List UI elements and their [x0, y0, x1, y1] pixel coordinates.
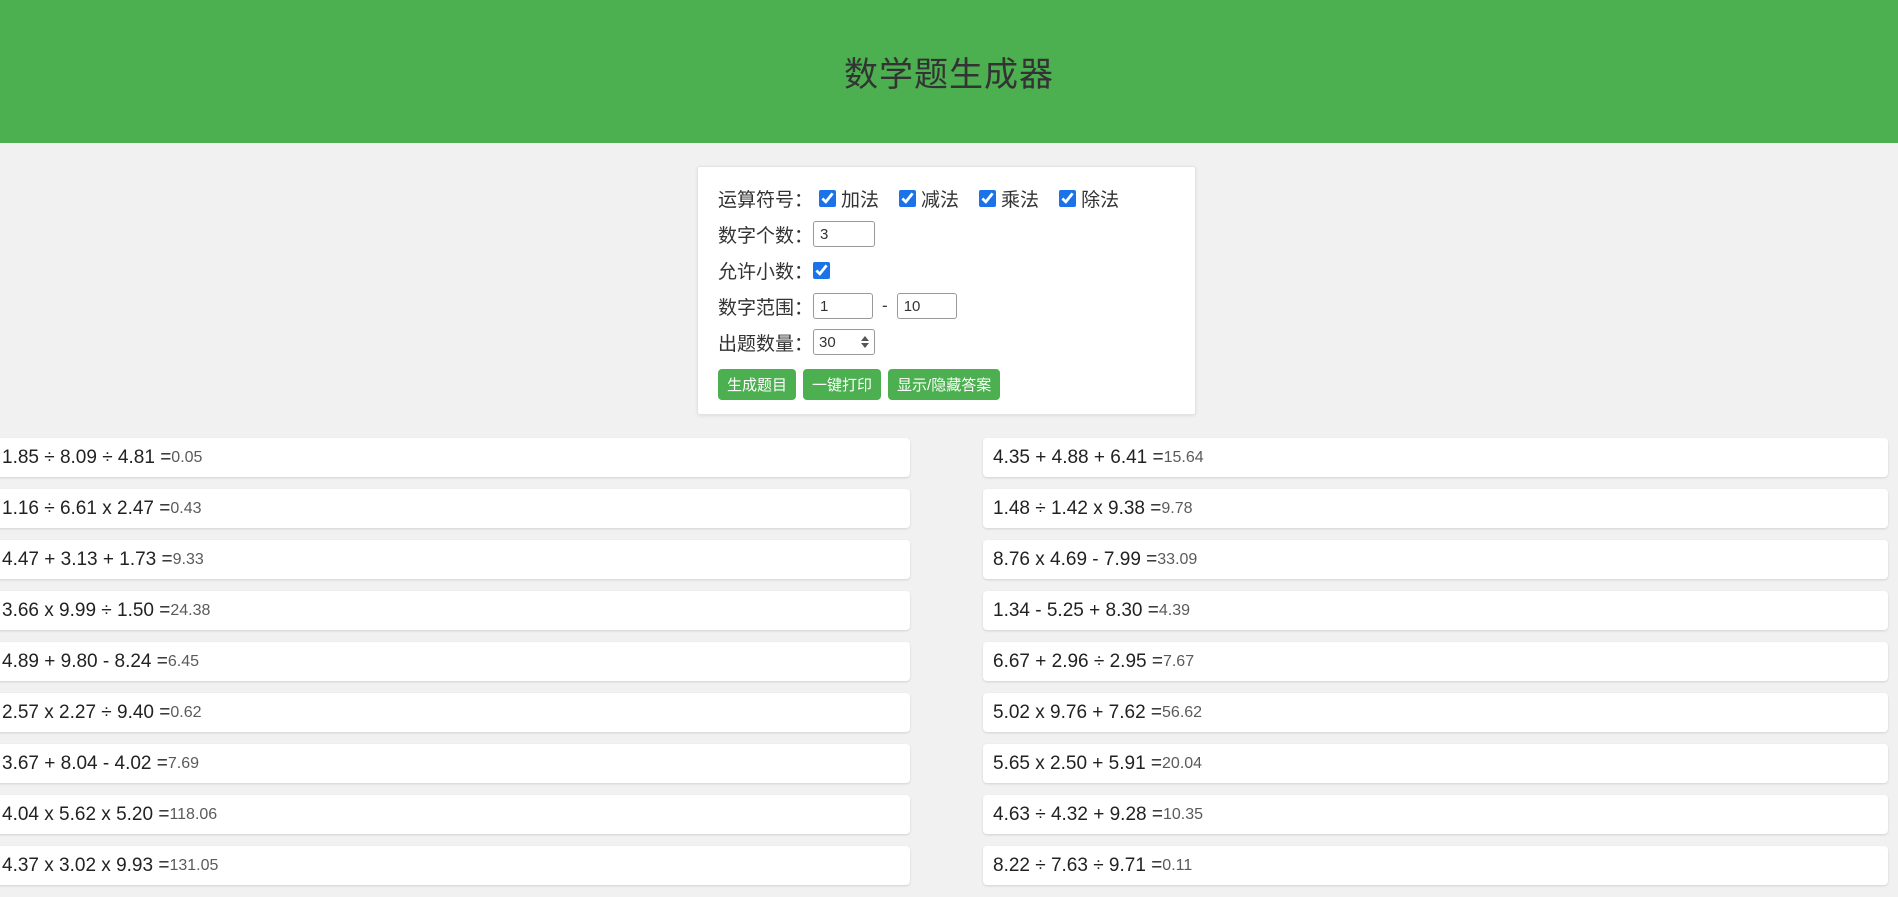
question-row: 6.67 + 2.96 ÷ 2.95 = 7.67 [983, 642, 1888, 681]
question-row: 3.67 + 8.04 - 4.02 = 7.69 [0, 744, 910, 783]
question-expression: 4.37 x 3.02 x 9.93 = [2, 855, 169, 877]
question-answer: 10.35 [1163, 806, 1203, 824]
app-header: 数学题生成器 [0, 0, 1898, 143]
quantity-label: 出题数量： [718, 329, 813, 356]
digit-count-input[interactable] [813, 221, 875, 247]
question-row: 1.85 ÷ 8.09 ÷ 4.81 = 0.05 [0, 438, 910, 477]
quantity-value: 30 [819, 334, 836, 351]
range-label: 数字范围： [718, 293, 813, 320]
question-answer: 24.38 [170, 602, 210, 620]
operator-label: 乘法 [1001, 185, 1039, 212]
question-answer: 7.67 [1163, 653, 1194, 671]
question-row: 4.63 ÷ 4.32 + 9.28 = 10.35 [983, 795, 1888, 834]
panel-buttons-row: 生成题目 一键打印 显示/隐藏答案 [718, 369, 1175, 400]
digit-count-label: 数字个数： [718, 221, 813, 248]
range-max-input[interactable] [897, 293, 957, 319]
operator-label: 加法 [841, 185, 879, 212]
question-column-left: 1.85 ÷ 8.09 ÷ 4.81 = 0.05 1.16 ÷ 6.61 x … [0, 438, 910, 897]
operator-checkbox[interactable] [1059, 190, 1076, 207]
range-separator: - [882, 296, 888, 316]
question-expression: 8.76 x 4.69 - 7.99 = [993, 549, 1157, 571]
quantity-row: 出题数量： 30 [718, 329, 1175, 355]
operator-option: 除法 [1059, 185, 1119, 212]
operator-label: 除法 [1081, 185, 1119, 212]
digit-count-row: 数字个数： [718, 221, 1175, 247]
question-expression: 3.66 x 9.99 ÷ 1.50 = [2, 600, 170, 622]
question-expression: 4.35 + 4.88 + 6.41 = [993, 447, 1164, 469]
question-row: 3.66 x 9.99 ÷ 1.50 = 24.38 [0, 591, 910, 630]
question-expression: 1.85 ÷ 8.09 ÷ 4.81 = [2, 447, 171, 469]
question-expression: 8.22 ÷ 7.63 ÷ 9.71 = [993, 855, 1162, 877]
question-answer: 0.05 [171, 449, 202, 467]
question-answer: 20.04 [1162, 755, 1202, 773]
question-row: 5.02 x 9.76 + 7.62 = 56.62 [983, 693, 1888, 732]
question-expression: 6.67 + 2.96 ÷ 2.95 = [993, 651, 1163, 673]
question-row: 4.04 x 5.62 x 5.20 = 118.06 [0, 795, 910, 834]
question-answer: 15.64 [1164, 449, 1204, 467]
allow-decimal-row: 允许小数： [718, 257, 1175, 283]
question-row: 4.89 + 9.80 - 8.24 = 6.45 [0, 642, 910, 681]
page-title: 数学题生成器 [844, 47, 1054, 96]
quantity-select[interactable]: 30 [813, 329, 875, 355]
up-down-arrows-icon [861, 336, 869, 348]
question-answer: 0.62 [170, 704, 201, 722]
operator-option: 加法 [819, 185, 879, 212]
question-answer: 56.62 [1162, 704, 1202, 722]
settings-panel: 运算符号： 加法 减法 乘法 除法 数字个数： 允许小数： 数字范围： - 出题… [697, 166, 1196, 415]
question-expression: 2.57 x 2.27 ÷ 9.40 = [2, 702, 170, 724]
question-row: 4.47 + 3.13 + 1.73 = 9.33 [0, 540, 910, 579]
question-row: 2.57 x 2.27 ÷ 9.40 = 0.62 [0, 693, 910, 732]
operator-label: 减法 [921, 185, 959, 212]
question-expression: 5.65 x 2.50 + 5.91 = [993, 753, 1162, 775]
question-column-right: 4.35 + 4.88 + 6.41 = 15.64 1.48 ÷ 1.42 x… [983, 438, 1888, 897]
question-expression: 3.67 + 8.04 - 4.02 = [2, 753, 168, 775]
question-answer: 6.45 [168, 653, 199, 671]
question-expression: 1.16 ÷ 6.61 x 2.47 = [2, 498, 170, 520]
question-row: 1.48 ÷ 1.42 x 9.38 = 9.78 [983, 489, 1888, 528]
question-answer: 131.05 [169, 857, 218, 875]
question-answer: 9.78 [1161, 500, 1192, 518]
operator-checkbox[interactable] [819, 190, 836, 207]
print-button[interactable]: 一键打印 [803, 369, 881, 400]
operators-row: 运算符号： 加法 减法 乘法 除法 [718, 185, 1175, 211]
operator-checkbox[interactable] [979, 190, 996, 207]
question-row: 1.34 - 5.25 + 8.30 = 4.39 [983, 591, 1888, 630]
question-row: 8.22 ÷ 7.63 ÷ 9.71 = 0.11 [983, 846, 1888, 885]
question-expression: 4.04 x 5.62 x 5.20 = [2, 804, 169, 826]
question-expression: 4.63 ÷ 4.32 + 9.28 = [993, 804, 1163, 826]
question-expression: 5.02 x 9.76 + 7.62 = [993, 702, 1162, 724]
allow-decimal-label: 允许小数： [718, 257, 813, 284]
toggle-answers-button[interactable]: 显示/隐藏答案 [888, 369, 1000, 400]
question-answer: 33.09 [1157, 551, 1197, 569]
question-answer: 0.43 [170, 500, 201, 518]
generate-button[interactable]: 生成题目 [718, 369, 796, 400]
question-answer: 0.11 [1162, 857, 1192, 875]
allow-decimal-checkbox[interactable] [813, 262, 830, 279]
question-expression: 4.89 + 9.80 - 8.24 = [2, 651, 168, 673]
question-answer: 118.06 [169, 806, 217, 824]
question-row: 8.76 x 4.69 - 7.99 = 33.09 [983, 540, 1888, 579]
question-answer: 4.39 [1159, 602, 1190, 620]
question-row: 4.35 + 4.88 + 6.41 = 15.64 [983, 438, 1888, 477]
question-expression: 1.48 ÷ 1.42 x 9.38 = [993, 498, 1161, 520]
operators-label: 运算符号： [718, 185, 813, 212]
question-expression: 1.34 - 5.25 + 8.30 = [993, 600, 1159, 622]
range-min-input[interactable] [813, 293, 873, 319]
question-expression: 4.47 + 3.13 + 1.73 = [2, 549, 173, 571]
question-row: 1.16 ÷ 6.61 x 2.47 = 0.43 [0, 489, 910, 528]
range-row: 数字范围： - [718, 293, 1175, 319]
operator-checkbox[interactable] [899, 190, 916, 207]
question-row: 5.65 x 2.50 + 5.91 = 20.04 [983, 744, 1888, 783]
question-answer: 9.33 [173, 551, 204, 569]
operators-group: 加法 减法 乘法 除法 [819, 185, 1119, 212]
operator-option: 乘法 [979, 185, 1039, 212]
operator-option: 减法 [899, 185, 959, 212]
question-row: 4.37 x 3.02 x 9.93 = 131.05 [0, 846, 910, 885]
question-answer: 7.69 [168, 755, 199, 773]
